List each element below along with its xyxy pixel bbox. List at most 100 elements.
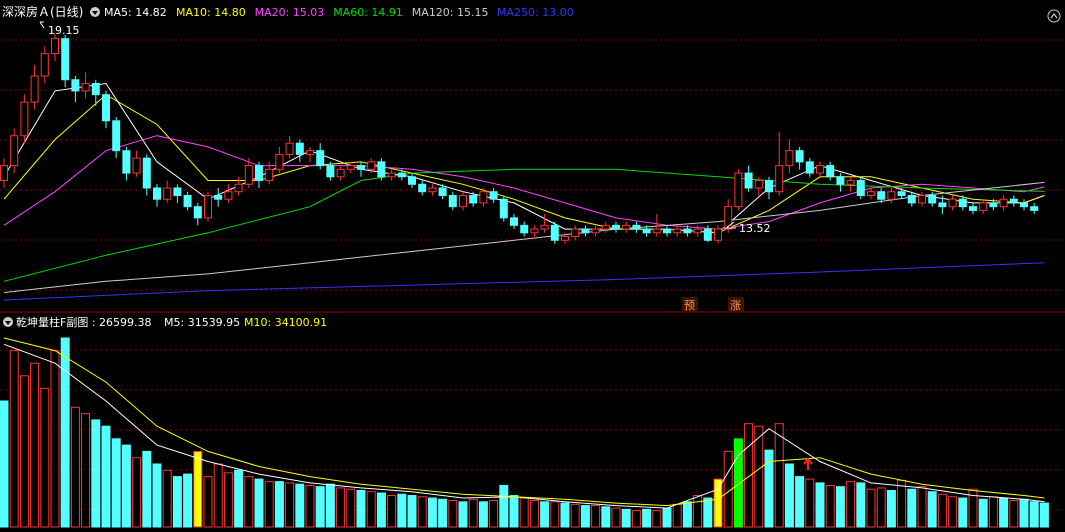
candle-body [51,38,59,55]
volume-bar [907,488,917,528]
candle-body [632,224,641,230]
candle-body [255,165,263,182]
ma-line-ma250 [3,262,1045,301]
volume-bar [1019,498,1029,528]
candle-body [826,165,835,178]
volume-bar [866,488,876,528]
volume-bar [611,507,621,528]
volume-bar [468,498,478,528]
candle-body [0,165,8,182]
sub-header: 乾坤量柱F副图 : 26599.38 M5: 31539.95 M10: 341… [3,315,327,329]
sub-header-dropdown-icon[interactable] [3,317,13,327]
candle-body [571,228,580,238]
candle-body [377,161,386,178]
volume-bar [846,481,856,528]
candle-body [979,202,988,211]
indicator-label-0: MA5: 14.82 [104,6,167,19]
volume-bar [784,463,794,528]
main-header: 深深房Ａ(日线) MA5: 14.82 MA10: 14.80 MA20: 15.0… [2,4,574,19]
volume-bar [101,425,111,528]
volume-bar [958,497,968,528]
volume-bar [672,503,682,528]
signal-tag-1: 预 [684,299,695,312]
candle-body [122,150,131,174]
volume-bar [540,501,550,528]
candle-body [530,228,539,234]
candle-body [10,135,19,167]
candle-body [71,79,80,92]
candle-body [112,120,121,152]
low-annotation: 13.52 [724,221,771,235]
indicator-labels: MA5: 14.82 MA10: 14.80 MA20: 15.03 MA60: 14… [104,6,574,19]
volume-bar [703,497,713,528]
kline-chart: 深深房Ａ(日线) MA5: 14.82 MA10: 14.80 MA20: 15.0… [0,4,1065,528]
volume-bar [988,496,998,528]
candle-body [714,228,722,241]
sub-m10: M10: 34100.91 [244,316,327,329]
volume-bar [244,476,254,528]
candle-body [408,176,416,185]
candle-body [265,168,274,182]
candle-body [285,142,294,155]
volume-bar [509,495,519,528]
volume-bar [448,500,458,528]
volume-bar [1039,502,1049,528]
candle-body [969,206,977,211]
volume-bar [1009,500,1019,528]
volume-bar [478,501,488,528]
volume-bar [927,491,937,528]
candle-body [918,194,926,204]
candle-body [540,224,549,230]
candle-body [499,198,508,219]
candle-body [765,180,773,193]
candle-body [795,150,804,163]
high-price-label: 19.15 [48,24,80,37]
volume-bar [580,505,590,528]
candle-body [703,228,712,241]
grid-lines [0,39,1065,511]
candle-body [775,165,784,193]
volume-bar [193,450,203,528]
volume-bar [183,473,193,528]
candle-body [234,183,243,193]
candle-body [367,161,376,170]
candle-body [306,150,314,155]
volume-bar [213,463,223,528]
candle-body [20,101,29,137]
volume-bar [172,476,182,528]
stock-title[interactable]: 深深房Ａ(日线) [2,4,83,19]
corner-dropdown-icon[interactable] [1047,9,1061,23]
candle-body [754,180,763,189]
low-price-label: 13.52 [739,222,771,235]
candle-body [40,53,49,77]
candle-body [785,150,794,167]
volume-bar [999,497,1009,528]
candle-body [510,217,518,226]
volume-bar [356,489,366,528]
volume-bar [81,413,91,528]
candle-body [663,228,671,234]
candle-body [244,165,253,185]
volume-bar [305,484,315,528]
volume-bar [937,493,947,528]
header-dropdown-icon[interactable] [90,7,100,17]
candle-body [693,228,702,234]
signal-tag-2: 涨 [730,299,741,312]
volume-bar [682,501,692,528]
candle-body [183,194,192,208]
volume-bar [856,482,866,528]
indicator-label-2: MA20: 15.03 [255,6,325,19]
volume-bar [886,489,896,528]
candle-body [805,161,814,174]
volume-bar [60,337,70,528]
volume-bar [458,501,468,528]
volume-bar [376,492,386,528]
indicator-label-3: MA60: 14.91 [333,6,403,19]
candle-body [744,172,753,189]
candle-body [61,38,70,81]
volume-bar [427,497,437,528]
volume-bar [142,450,152,528]
candle-body [91,82,100,96]
volume-bar [19,375,29,528]
volume-bar [91,419,101,528]
